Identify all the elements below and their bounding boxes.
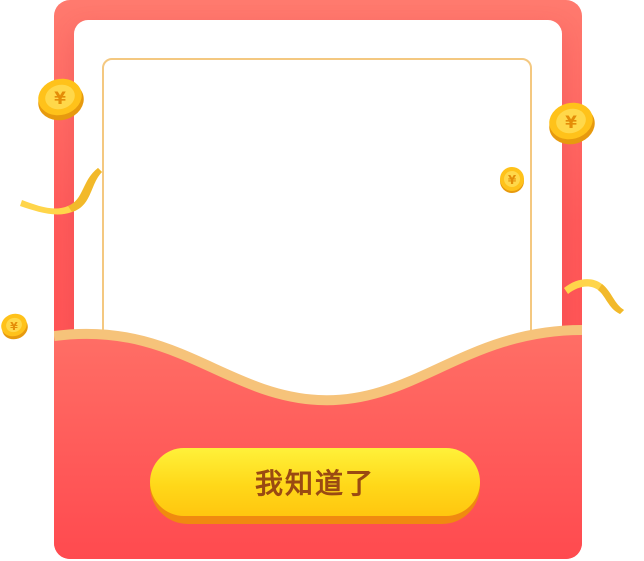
coin-symbol: ¥ (54, 89, 66, 109)
ribbon-icon (564, 279, 624, 314)
coin-icon: ¥ (549, 102, 595, 145)
coin-symbol: ¥ (508, 173, 517, 187)
coin-symbol: ¥ (565, 113, 577, 133)
red-envelope-dialog: 我知道了 ¥ ¥ ¥ ¥ (0, 0, 644, 561)
confirm-button-label: 我知道了 (254, 467, 375, 500)
coin-symbol: ¥ (10, 320, 18, 333)
confirm-button[interactable]: 我知道了 (150, 448, 480, 524)
ribbon-icon (20, 168, 102, 215)
coin-icon: ¥ (500, 167, 524, 193)
coin-icon: ¥ (38, 78, 84, 121)
confirm-button-face[interactable]: 我知道了 (150, 448, 480, 516)
coin-icon: ¥ (1, 313, 28, 340)
